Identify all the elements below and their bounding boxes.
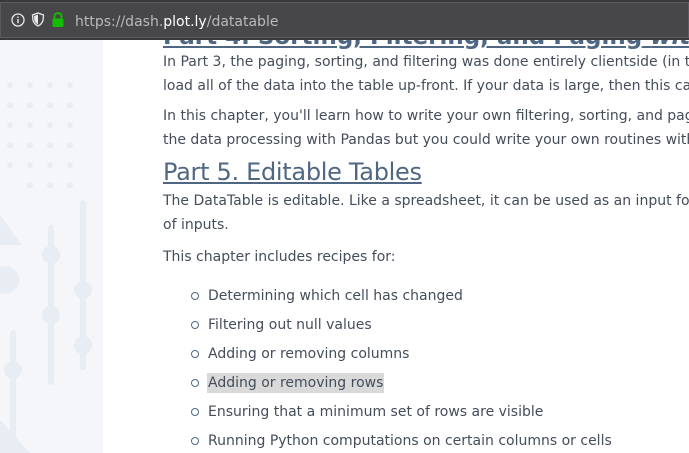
- recipe-label-selected[interactable]: Adding or removing rows: [207, 373, 385, 393]
- main-content: Part 4. Sorting, Filtering, and Paging w…: [103, 40, 689, 453]
- tracking-protection-icon[interactable]: [31, 12, 45, 31]
- part-4-heading-text: Part 4. Sorting, Filtering, and Paging: [163, 40, 642, 50]
- recipe-label: Filtering out null values: [208, 317, 372, 333]
- part-4-chapter-line-2: the data processing with Pandas but you …: [163, 132, 689, 148]
- circle-bullet-icon: [191, 350, 199, 358]
- info-icon[interactable]: [11, 12, 25, 31]
- part-5-paragraph-line-2: of inputs.: [163, 217, 229, 233]
- recipe-label: Running Python computations on certain c…: [208, 433, 612, 449]
- recipe-label: Determining which cell has changed: [208, 288, 463, 304]
- circle-bullet-icon: [191, 321, 199, 329]
- circle-bullet-icon: [191, 292, 199, 300]
- url-bar[interactable]: https://dash.plot.ly/datatable: [0, 2, 689, 38]
- url-host: plot.ly: [163, 14, 207, 30]
- part-5-heading[interactable]: Part 5. Editable Tables: [163, 157, 422, 187]
- part-4-heading-em: with Python: [650, 40, 689, 50]
- url-path: /datatable: [206, 14, 279, 30]
- circle-bullet-icon: [191, 408, 199, 416]
- browser-toolbar: https://dash.plot.ly/datatable: [0, 0, 689, 40]
- circle-bullet-icon: [191, 437, 199, 445]
- recipes-intro: This chapter includes recipes for:: [163, 249, 396, 265]
- decorative-background: [0, 40, 103, 453]
- recipe-label: Adding or removing columns: [208, 346, 410, 362]
- recipe-label: Ensuring that a minimum set of rows are …: [208, 404, 544, 420]
- part-4-paragraph-line-1: In Part 3, the paging, sorting, and filt…: [163, 54, 689, 70]
- part-5-paragraph-line-1: The DataTable is editable. Like a spread…: [163, 193, 689, 209]
- lock-icon[interactable]: [51, 12, 65, 32]
- part-4-chapter-line-1: In this chapter, you'll learn how to wri…: [163, 108, 689, 124]
- circle-bullet-icon: [191, 379, 199, 387]
- url-scheme: https://dash.: [75, 14, 164, 30]
- part-4-paragraph-line-2: load all of the data into the table up-f…: [163, 78, 689, 94]
- url-text[interactable]: https://dash.plot.ly/datatable: [75, 12, 278, 32]
- part-4-heading[interactable]: Part 4. Sorting, Filtering, and Paging w…: [163, 40, 689, 52]
